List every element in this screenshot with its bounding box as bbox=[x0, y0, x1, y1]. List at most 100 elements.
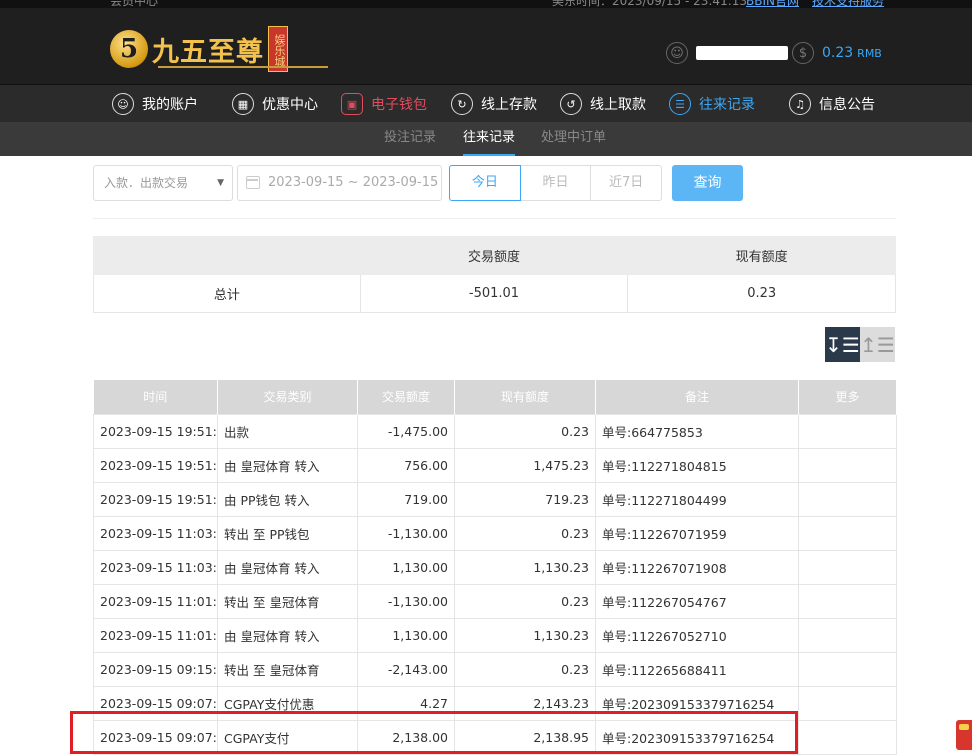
logo[interactable]: 5 九五至尊 娱乐城 bbox=[110, 26, 328, 72]
official-site-link[interactable]: BBIN官网 bbox=[746, 0, 799, 8]
row-balance: 0.23 bbox=[454, 583, 596, 619]
row-type: 出款 bbox=[217, 413, 358, 449]
table-row: 2023-09-15 09:15:43转出 至 皇冠体育-2,143.000.2… bbox=[93, 651, 897, 687]
row-type: 由 皇冠体育 转入 bbox=[217, 617, 358, 653]
col-balance[interactable]: 现有额度 bbox=[454, 380, 596, 414]
records-icon: ☰ bbox=[669, 93, 691, 115]
row-amount: 719.00 bbox=[357, 481, 455, 517]
row-time: 2023-09-15 11:03:16 bbox=[93, 515, 218, 551]
user-icon: ☺ bbox=[112, 93, 134, 115]
row-more[interactable] bbox=[798, 447, 897, 483]
row-balance: 0.23 bbox=[454, 651, 596, 687]
username-redacted bbox=[696, 46, 788, 60]
gift-icon: ▦ bbox=[232, 93, 254, 115]
col-remark[interactable]: 备注 bbox=[595, 380, 799, 414]
server-time: 美东时间：2023/09/15 - 23:41:13 bbox=[552, 0, 748, 8]
transaction-type-select[interactable]: 入款．出款交易 ▼ bbox=[93, 165, 233, 201]
row-remark: 单号:112267071959 bbox=[595, 515, 799, 551]
last-7-days-button[interactable]: 近7日 bbox=[590, 165, 663, 201]
table-row: 2023-09-15 19:51:10由 PP钱包 转入719.00719.23… bbox=[93, 481, 897, 517]
row-time: 2023-09-15 19:51:11 bbox=[93, 447, 218, 483]
row-remark: 单号:112265688411 bbox=[595, 651, 799, 687]
row-type: 由 皇冠体育 转入 bbox=[217, 549, 358, 585]
member-center-text: 会员中心 bbox=[110, 0, 159, 8]
table-row: 2023-09-15 19:51:37出款-1,475.000.23单号:664… bbox=[93, 413, 897, 449]
row-more[interactable] bbox=[798, 719, 897, 755]
user-info[interactable]: ☺ bbox=[666, 42, 788, 64]
col-type[interactable]: 交易类别 bbox=[217, 380, 358, 414]
row-more[interactable] bbox=[798, 481, 897, 517]
row-balance: 1,475.23 bbox=[454, 447, 596, 483]
table-row: 2023-09-15 11:01:57转出 至 皇冠体育-1,130.000.2… bbox=[93, 583, 897, 619]
col-time[interactable]: 时间 bbox=[93, 380, 218, 414]
wallet-icon: ▣ bbox=[341, 93, 363, 115]
row-type: 转出 至 皇冠体育 bbox=[217, 583, 358, 619]
nav-online-withdraw[interactable]: ↺ 线上取款 bbox=[560, 85, 646, 123]
nav-promotions[interactable]: ▦ 优惠中心 bbox=[232, 85, 318, 123]
top-strip: 会员中心 美东时间：2023/09/15 - 23:41:13 BBIN官网 技… bbox=[0, 0, 972, 8]
floating-promo-icon[interactable] bbox=[956, 720, 972, 750]
logo-underline bbox=[158, 66, 328, 68]
balance-amount: 0.23 bbox=[822, 45, 854, 61]
row-type: 转出 至 皇冠体育 bbox=[217, 651, 358, 687]
summary-total-amount: -501.01 bbox=[359, 274, 629, 313]
row-time: 2023-09-15 11:03:16 bbox=[93, 549, 218, 585]
row-more[interactable] bbox=[798, 685, 897, 721]
row-time: 2023-09-15 19:51:10 bbox=[93, 481, 218, 517]
summary-balance-header: 现有额度 bbox=[627, 236, 896, 275]
nav-online-deposit[interactable]: ↻ 线上存款 bbox=[451, 85, 537, 123]
row-remark: 单号:112271804499 bbox=[595, 481, 799, 517]
tab-bet-records[interactable]: 投注记录 bbox=[384, 122, 436, 156]
table-row: 2023-09-15 19:51:11由 皇冠体育 转入756.001,475.… bbox=[93, 447, 897, 483]
balance-unit: RMB bbox=[857, 46, 882, 60]
row-remark: 单号:112267052710 bbox=[595, 617, 799, 653]
row-amount: 756.00 bbox=[357, 447, 455, 483]
row-balance: 0.23 bbox=[454, 515, 596, 551]
caret-down-icon: ▼ bbox=[217, 178, 224, 188]
row-amount: 1,130.00 bbox=[357, 549, 455, 585]
row-type: 由 皇冠体育 转入 bbox=[217, 447, 358, 483]
sort-buttons: ↧☰ ↥☰ bbox=[825, 327, 895, 362]
row-more[interactable] bbox=[798, 583, 897, 619]
balance-display: $ 0.23 RMB bbox=[792, 42, 882, 64]
row-more[interactable] bbox=[798, 651, 897, 687]
col-more[interactable]: 更多 bbox=[798, 380, 897, 414]
query-button[interactable]: 查询 bbox=[672, 165, 743, 201]
nav-my-account[interactable]: ☺ 我的账户 bbox=[112, 85, 198, 123]
yesterday-button[interactable]: 昨日 bbox=[519, 165, 592, 201]
row-more[interactable] bbox=[798, 617, 897, 653]
today-button[interactable]: 今日 bbox=[449, 165, 521, 201]
support-link[interactable]: 技术支持服务 bbox=[812, 0, 884, 8]
row-type: 由 PP钱包 转入 bbox=[217, 481, 358, 517]
divider bbox=[93, 218, 896, 219]
header: 5 九五至尊 娱乐城 ☺ $ 0.23 RMB bbox=[0, 8, 972, 84]
user-icon: ☺ bbox=[666, 42, 688, 64]
withdraw-icon: ↺ bbox=[560, 93, 582, 115]
row-balance: 0.23 bbox=[454, 413, 596, 449]
sort-descending-icon[interactable]: ↧☰ bbox=[825, 327, 860, 362]
nav-announcements[interactable]: ♫ 信息公告 bbox=[789, 85, 875, 123]
tab-transaction-records[interactable]: 往来记录 bbox=[463, 122, 516, 156]
dollar-icon: $ bbox=[792, 42, 814, 64]
sub-nav: 投注记录 往来记录 处理中订单 bbox=[0, 122, 972, 156]
row-more[interactable] bbox=[798, 413, 897, 449]
summary-total-balance: 0.23 bbox=[627, 274, 896, 313]
row-time: 2023-09-15 11:01:46 bbox=[93, 617, 218, 653]
row-more[interactable] bbox=[798, 515, 897, 551]
row-time: 2023-09-15 09:15:43 bbox=[93, 651, 218, 687]
row-amount: 1,130.00 bbox=[357, 617, 455, 653]
records-table: 时间 交易类别 交易额度 现有额度 备注 更多 2023-09-15 19:51… bbox=[93, 380, 897, 755]
calendar-icon bbox=[246, 176, 260, 189]
date-range-input[interactable]: 2023-09-15 ~ 2023-09-15 bbox=[237, 165, 442, 201]
row-balance: 719.23 bbox=[454, 481, 596, 517]
sort-ascending-icon[interactable]: ↥☰ bbox=[860, 327, 895, 362]
nav-transaction-records[interactable]: ☰ 往来记录 bbox=[669, 85, 755, 123]
deposit-icon: ↻ bbox=[451, 93, 473, 115]
nav-e-wallet[interactable]: ▣ 电子钱包 bbox=[341, 85, 427, 123]
row-time: 2023-09-15 19:51:37 bbox=[93, 413, 218, 449]
row-amount: -2,143.00 bbox=[357, 651, 455, 687]
table-row: 2023-09-15 11:03:16转出 至 PP钱包-1,130.000.2… bbox=[93, 515, 897, 551]
row-more[interactable] bbox=[798, 549, 897, 585]
tab-pending-orders[interactable]: 处理中订单 bbox=[541, 122, 606, 156]
col-amount[interactable]: 交易额度 bbox=[357, 380, 455, 414]
